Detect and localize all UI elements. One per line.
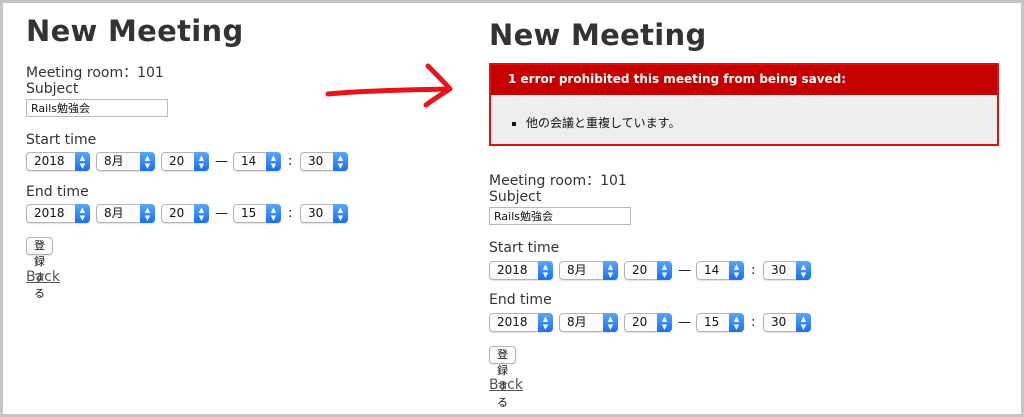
end-minute-select[interactable]: 30 ▲ ▼ [763,313,811,332]
subject-input[interactable] [489,207,631,225]
meeting-room-label: Meeting room：101 [26,65,164,81]
up-down-chevron-icon: ▲ ▼ [603,313,618,332]
up-down-chevron-icon: ▲ ▼ [657,313,672,332]
start-time-label: Start time [489,240,560,256]
up-down-chevron-icon: ▲ ▼ [266,152,281,171]
page-title: New Meeting [489,18,707,52]
end-month-select[interactable]: 8月 ▲ ▼ [96,204,155,223]
start-year-select[interactable]: 2018 ▲ ▼ [489,261,553,280]
end-time-label: End time [26,184,89,200]
hour-minute-separator: : [288,206,293,221]
end-time-label: End time [489,292,552,308]
hour-minute-separator: : [751,263,756,278]
subject-input[interactable] [26,99,168,117]
up-down-chevron-icon: ▲ ▼ [140,152,155,171]
end-month-select[interactable]: 8月 ▲ ▼ [559,313,618,332]
page-title: New Meeting [26,14,244,48]
submit-button[interactable]: 登録する [489,346,516,409]
date-time-separator: — [678,263,691,278]
meeting-room-label: Meeting room：101 [489,173,627,189]
end-year-select[interactable]: 2018 ▲ ▼ [26,204,90,223]
date-time-separator: — [215,206,228,221]
red-hand-drawn-arrow [325,63,453,108]
end-day-select[interactable]: 20 ▲ ▼ [161,204,209,223]
up-down-chevron-icon: ▲ ▼ [796,313,811,332]
up-down-chevron-icon: ▲ ▼ [729,313,744,332]
subject-label: Subject [489,189,542,205]
up-down-chevron-icon: ▲ ▼ [194,152,209,171]
up-down-chevron-icon: ▲ ▼ [75,204,90,223]
up-down-chevron-icon: ▲ ▼ [538,313,553,332]
back-link[interactable]: Back [26,269,60,285]
start-year-select[interactable]: 2018 ▲ ▼ [26,152,90,171]
back-link[interactable]: Back [489,377,523,393]
start-day-select[interactable]: 20 ▲ ▼ [624,261,672,280]
arrow-shaft [325,86,451,97]
up-down-chevron-icon: ▲ ▼ [796,261,811,280]
subject-label: Subject [26,81,79,97]
start-minute-select[interactable]: 30 ▲ ▼ [300,152,348,171]
start-minute-select[interactable]: 30 ▲ ▼ [763,261,811,280]
up-down-chevron-icon: ▲ ▼ [603,261,618,280]
up-down-chevron-icon: ▲ ▼ [266,204,281,223]
end-year-select[interactable]: 2018 ▲ ▼ [489,313,553,332]
start-day-select[interactable]: 20 ▲ ▼ [161,152,209,171]
up-down-chevron-icon: ▲ ▼ [538,261,553,280]
error-header: 1 error prohibited this meeting from bei… [491,65,997,95]
error-message: 他の会議と重複しています。 [526,114,680,131]
start-hour-select[interactable]: 14 ▲ ▼ [696,261,744,280]
error-explanation: 1 error prohibited this meeting from bei… [489,63,999,146]
end-hour-select[interactable]: 15 ▲ ▼ [233,204,281,223]
up-down-chevron-icon: ▲ ▼ [657,261,672,280]
date-time-separator: — [215,154,228,169]
start-hour-select[interactable]: 14 ▲ ▼ [233,152,281,171]
hour-minute-separator: : [751,315,756,330]
up-down-chevron-icon: ▲ ▼ [75,152,90,171]
end-hour-select[interactable]: 15 ▲ ▼ [696,313,744,332]
date-time-separator: — [678,315,691,330]
end-minute-select[interactable]: 30 ▲ ▼ [300,204,348,223]
start-time-label: Start time [26,132,97,148]
start-month-select[interactable]: 8月 ▲ ▼ [96,152,155,171]
up-down-chevron-icon: ▲ ▼ [194,204,209,223]
up-down-chevron-icon: ▲ ▼ [140,204,155,223]
up-down-chevron-icon: ▲ ▼ [333,152,348,171]
submit-button[interactable]: 登録する [26,237,53,300]
end-day-select[interactable]: 20 ▲ ▼ [624,313,672,332]
up-down-chevron-icon: ▲ ▼ [729,261,744,280]
arrow-head [423,63,453,108]
up-down-chevron-icon: ▲ ▼ [333,204,348,223]
hour-minute-separator: : [288,154,293,169]
start-month-select[interactable]: 8月 ▲ ▼ [559,261,618,280]
error-list: 他の会議と重複しています。 [526,114,680,131]
